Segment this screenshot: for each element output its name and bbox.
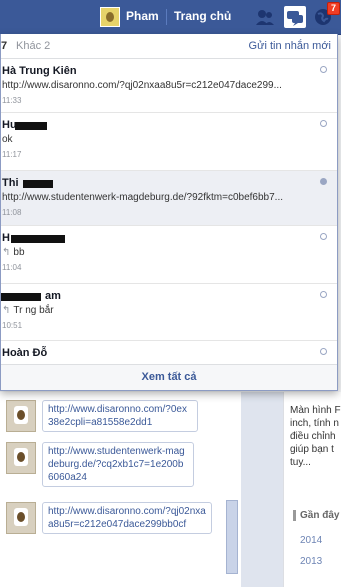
mark-read-button[interactable] (320, 66, 327, 73)
thread-snippet: ↰ Tr ng bắr (2, 305, 54, 316)
chat-link[interactable]: http://www.studentenwerk-magdeburg.de/?c… (42, 442, 194, 487)
recent-label[interactable]: Gần đây (293, 510, 341, 521)
thread-name: Hà Trung Kiên (2, 65, 77, 77)
thread-name: Hoàn Đỗ (2, 347, 48, 359)
dropdown-footer: Xem tất cả (1, 364, 337, 390)
inbox-count[interactable]: 7 (1, 40, 7, 52)
reply-icon: ↰ (2, 247, 11, 258)
redaction (15, 122, 47, 130)
reply-icon: ↰ (2, 305, 11, 316)
redaction (1, 293, 41, 301)
mark-read-button[interactable] (320, 178, 327, 185)
profile-link[interactable]: Pham (126, 9, 159, 23)
send-new-message-link[interactable]: Gửi tin nhắn mới (249, 40, 331, 52)
chat-scrollbar[interactable] (226, 500, 238, 574)
thread-snippet: http://www.disaronno.com/?qj02nxaa8u5r=c… (2, 80, 282, 91)
message-thread[interactable]: Hà Trung Kiên http://www.disaronno.com/?… (1, 59, 337, 113)
mark-read-button[interactable] (320, 233, 327, 240)
thread-time: 10:51 (2, 321, 23, 330)
avatar (6, 400, 36, 432)
avatar (6, 442, 36, 474)
redaction (23, 180, 53, 188)
avatar (6, 502, 36, 534)
background-strip (241, 392, 283, 587)
message-thread[interactable]: H ↰ bb 11:04 (1, 226, 337, 284)
thread-name: Thi (2, 177, 19, 189)
thread-time: 11:04 (2, 263, 22, 272)
messages-dropdown: 7 Khác 2 Gửi tin nhắn mới Hà Trung Kiên … (0, 34, 338, 391)
thread-snippet-text: Tr ng bắr (13, 305, 54, 316)
message-thread[interactable]: Hu ok 11:17 (1, 113, 337, 171)
thread-snippet: http://www.studentenwerk-magdeburg.de/?9… (2, 192, 284, 203)
thread-snippet: ↰ bb (2, 247, 25, 258)
year-link[interactable]: 2014 (300, 535, 322, 546)
thread-name: am (45, 290, 61, 302)
home-link[interactable]: Trang chủ (174, 9, 231, 23)
thread-time: 11:17 (2, 150, 22, 159)
message-thread[interactable]: Thi http://www.studentenwerk-magdeburg.d… (1, 171, 337, 226)
message-thread[interactable]: am ↰ Tr ng bắr 10:51 (1, 284, 337, 341)
message-thread[interactable]: Hoàn Đỗ (1, 341, 337, 364)
thread-time: 11:33 (2, 96, 22, 105)
thread-snippet: ok (2, 134, 13, 145)
messages-icon[interactable] (284, 6, 306, 28)
mark-read-button[interactable] (320, 348, 327, 355)
year-link[interactable]: 2013 (300, 556, 322, 567)
redaction (11, 235, 65, 243)
avatar[interactable] (100, 7, 120, 27)
top-bar: Pham Trang chủ 7 (0, 0, 341, 35)
chat-link[interactable]: http://www.disaronno.com/?0ex38e2cpli=a8… (42, 400, 198, 432)
thread-name: H (2, 232, 10, 244)
divider (166, 9, 167, 25)
notification-badge: 7 (327, 2, 341, 15)
chat-link[interactable]: http://www.disaronno.com/?qj02nxaa8u5r=c… (42, 502, 212, 534)
dropdown-header: 7 Khác 2 Gửi tin nhắn mới (1, 34, 337, 59)
mark-read-button[interactable] (320, 120, 327, 127)
other-folder-link[interactable]: Khác 2 (16, 40, 50, 52)
background-right-text: Màn hình F inch, tính n điều chỉnh giúp … (290, 405, 341, 468)
thread-time: 11:08 (2, 208, 22, 217)
friends-icon[interactable] (254, 6, 276, 28)
see-all-link[interactable]: Xem tất cả (141, 371, 196, 383)
thread-snippet-text: bb (13, 247, 25, 258)
mark-read-button[interactable] (320, 291, 327, 298)
chat-window: http://www.disaronno.com/?0ex38e2cpli=a8… (0, 392, 241, 587)
